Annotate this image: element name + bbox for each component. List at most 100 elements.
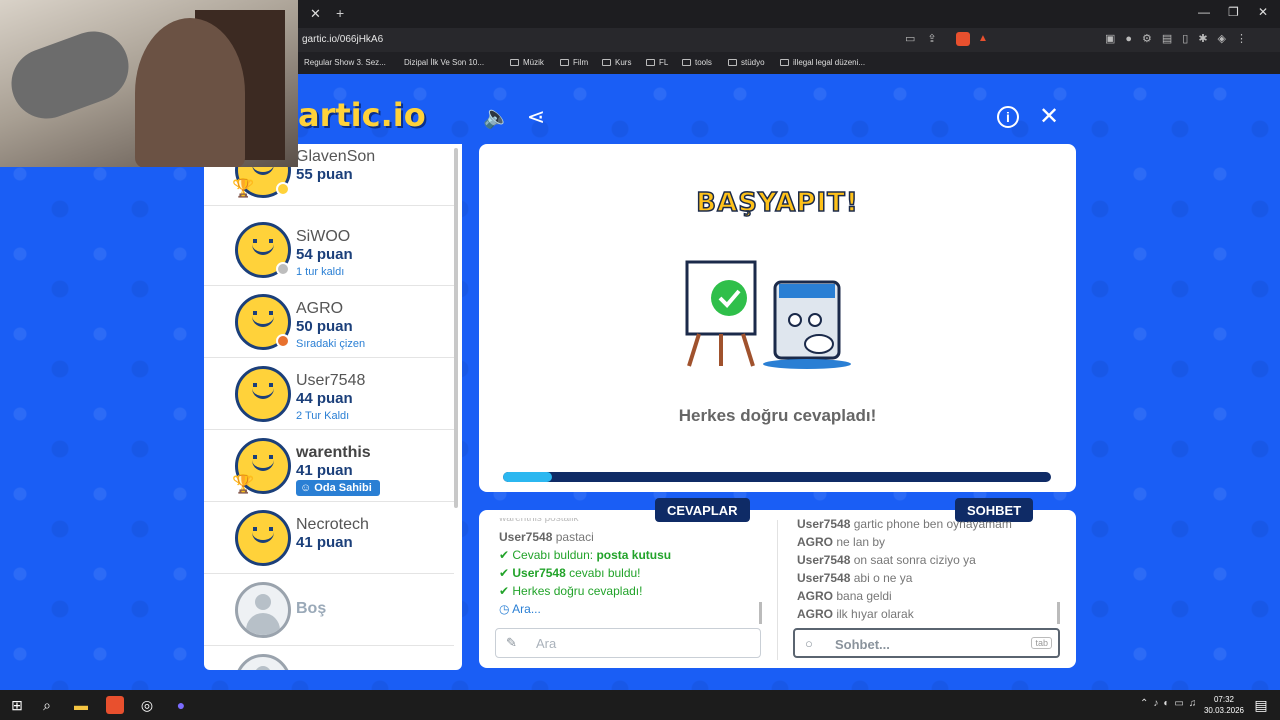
bookmark-item[interactable]: Dizipal İlk Ve Son 10... — [404, 58, 484, 67]
trophy-icon: 🏆 — [232, 474, 255, 494]
bookmark-folder[interactable]: illegal legal düzeni... — [780, 58, 865, 67]
system-tray-icons[interactable]: ⌃♪◐▭♫ — [1140, 698, 1201, 709]
player-status: 2 Tur Kaldı — [296, 410, 350, 422]
chat-list: User7548 gartic phone ben oynayamam AGRO… — [797, 518, 1067, 622]
drawing-board: BAŞYAPIT! Herkes doğru cevapladı! — [479, 144, 1076, 492]
player-name: Boş — [296, 600, 327, 617]
status-dot — [276, 182, 290, 196]
search-icon: ○ — [805, 636, 813, 651]
player-row: SiWOO 54 puan 1 tur kaldı — [204, 214, 454, 286]
answer-input[interactable]: ✎ Ara — [495, 628, 761, 658]
discord-icon[interactable]: ● — [172, 696, 190, 714]
player-row: AGRO 50 puan Sıradaki çizen — [204, 286, 454, 358]
round-result-message: Herkes doğru cevapladı! — [678, 406, 877, 425]
player-name: AGRO — [296, 300, 344, 317]
app-icon[interactable]: ◎ — [138, 696, 156, 714]
folder-icon — [646, 59, 655, 66]
player-list: 🏆 GlavenSon 55 puan SiWOO 54 puan 1 tur … — [204, 144, 462, 670]
bookmark-folder[interactable]: stüdyo — [728, 58, 765, 67]
brave-shield-icon[interactable] — [956, 32, 970, 46]
player-row-empty: Boş — [204, 574, 454, 646]
window-close-icon[interactable]: ✕ — [1258, 5, 1268, 19]
room-owner-badge: ☺ Oda Sahibi — [296, 480, 380, 496]
player-score: 54 puan — [296, 246, 353, 263]
player-score: 41 puan — [296, 534, 353, 551]
bookmark-item[interactable]: Regular Show 3. Sez... — [304, 58, 386, 67]
bookmark-folder[interactable]: Müzik — [510, 58, 544, 67]
start-icon[interactable]: ⊞ — [8, 696, 26, 714]
bookmark-folder[interactable]: tools — [682, 58, 712, 67]
panel-divider — [777, 520, 778, 660]
restore-icon[interactable]: ❐ — [1228, 5, 1239, 19]
new-tab-icon[interactable]: + — [336, 5, 344, 21]
list-item: User7548 pastaci — [499, 530, 594, 544]
answers-chat-panel: CEVAPLAR SOHBET warenthis postalik User7… — [479, 498, 1076, 668]
list-item: AGRO ilk hıyar olarak — [797, 607, 914, 621]
list-item: User7548 abi o ne ya — [797, 571, 913, 585]
extension-icons[interactable]: ▣●⚙▤▯✱◈⋮ — [1105, 32, 1257, 45]
easel-paint-bucket-icon — [685, 260, 851, 369]
share-icon[interactable]: ⋖ — [523, 104, 549, 130]
player-score: 55 puan — [296, 166, 353, 183]
list-item: ✔ Cevabı buldun: posta kutusu — [499, 548, 672, 562]
list-item: ◷ Ara... — [499, 602, 541, 616]
list-item: AGRO ne lan by — [797, 535, 886, 549]
notifications-icon[interactable]: ▤ — [1252, 696, 1270, 714]
player-score: 44 puan — [296, 390, 353, 407]
windows-taskbar: ⊞ ⌕ ▬ ◎ ● ⌃♪◐▭♫ 07:32 30.03.2026 ▤ — [0, 690, 1280, 720]
answers-scrollbar[interactable] — [759, 602, 762, 624]
search-icon[interactable]: ⌕ — [38, 696, 56, 714]
folder-icon — [602, 59, 611, 66]
answers-list: warenthis postalik User7548 pastaci ✔ Ce… — [499, 518, 769, 622]
address-bar-icons[interactable]: ▭⇪ — [905, 32, 949, 45]
empty-avatar-icon — [235, 582, 291, 638]
list-item: AGRO bana geldi — [797, 589, 892, 603]
tab-key-hint: tab — [1031, 637, 1052, 649]
info-icon[interactable]: i — [997, 106, 1019, 128]
bookmark-folder[interactable]: Kurs — [602, 58, 631, 67]
player-list-scrollbar[interactable] — [454, 148, 458, 508]
player-row: Necrotech 41 puan — [204, 502, 454, 574]
masterpiece-banner: BAŞYAPIT! — [696, 187, 859, 219]
brave-browser-icon[interactable] — [106, 696, 124, 714]
avatar — [235, 510, 291, 566]
player-name: User7548 — [296, 372, 366, 389]
gartic-logo: artic.io — [298, 96, 426, 134]
chat-input[interactable]: ○ Sohbet... tab — [793, 628, 1060, 658]
pencil-icon: ✎ — [506, 635, 517, 650]
webcam-overlay — [0, 0, 298, 167]
player-status: 1 tur kaldı — [296, 266, 345, 278]
bookmark-folder[interactable]: FL — [646, 58, 668, 67]
microphone-image — [1, 21, 139, 129]
sound-icon[interactable]: 🔈 — [483, 104, 510, 130]
player-name: SiWOO — [296, 228, 351, 245]
file-explorer-icon[interactable]: ▬ — [72, 696, 90, 714]
list-item: ✔ Herkes doğru cevapladı! — [499, 584, 643, 598]
chat-scrollbar[interactable] — [1057, 602, 1060, 624]
list-item: User7548 gartic phone ben oynayamam — [797, 518, 1012, 531]
status-dot — [276, 262, 290, 276]
minimize-icon[interactable]: — — [1198, 5, 1210, 19]
player-score: 50 puan — [296, 318, 353, 335]
taskbar-clock[interactable]: 07:32 30.03.2026 — [1204, 694, 1244, 716]
list-item: warenthis postalik — [499, 518, 579, 524]
url-text[interactable]: gartic.io/066jHkA6 — [302, 34, 383, 45]
status-dot — [276, 334, 290, 348]
close-tab-icon[interactable]: ✕ — [310, 6, 321, 22]
player-name: Necrotech — [296, 516, 369, 533]
close-icon[interactable]: ✕ — [1036, 104, 1062, 130]
folder-icon — [510, 59, 519, 66]
player-name: warenthis — [296, 444, 371, 461]
player-row-empty — [204, 646, 454, 670]
trophy-icon: 🏆 — [232, 178, 255, 198]
player-score: 41 puan — [296, 462, 353, 479]
rewards-icon[interactable]: ▲ — [978, 33, 988, 44]
folder-icon — [682, 59, 691, 66]
bookmark-folder[interactable]: Film — [560, 58, 588, 67]
folder-icon — [728, 59, 737, 66]
empty-avatar-icon — [235, 654, 291, 670]
player-name: GlavenSon — [296, 148, 376, 165]
folder-icon — [560, 59, 569, 66]
round-progress-bar — [503, 472, 1051, 482]
list-item: User7548 on saat sonra ciziyo ya — [797, 553, 976, 567]
